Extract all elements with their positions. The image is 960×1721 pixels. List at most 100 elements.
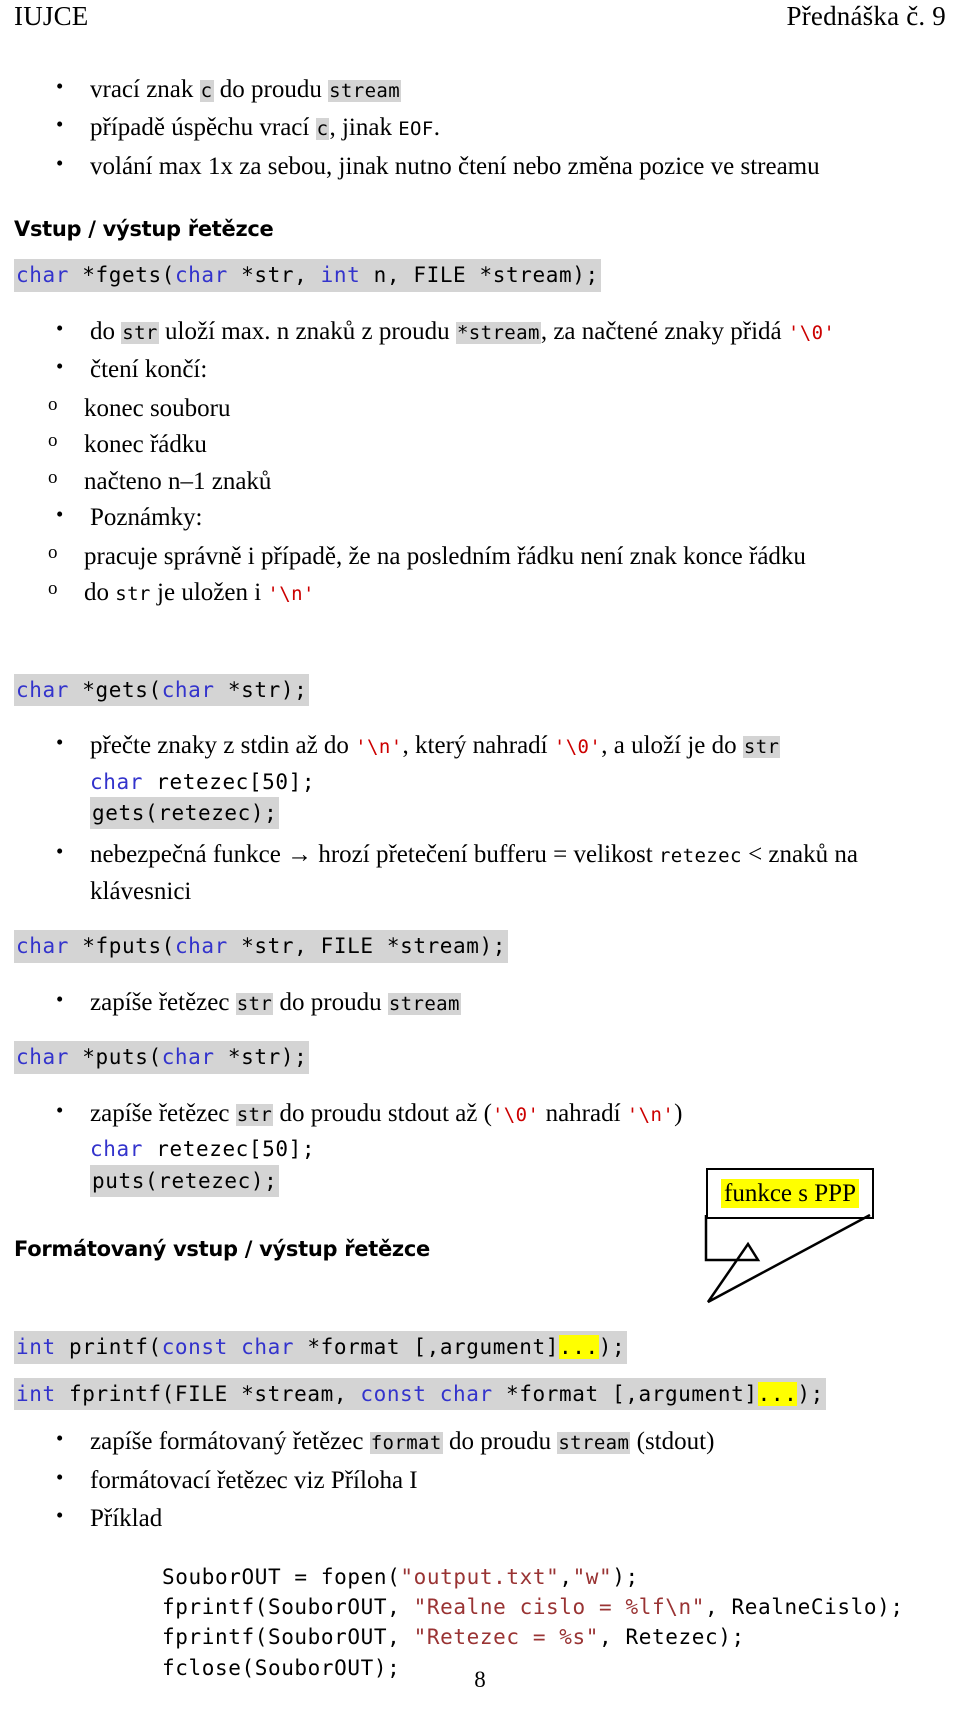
fprintf-signature-block: int fprintf(FILE *stream, const char *fo… xyxy=(14,1377,946,1411)
list-item: přečte znaky z stdin až do '\n', který n… xyxy=(14,727,946,765)
code-keyword: char xyxy=(16,263,69,288)
inline-code: str xyxy=(235,1103,274,1126)
inline-escape: '\n' xyxy=(355,736,403,759)
code-keyword: const xyxy=(360,1381,427,1406)
code-text: , Retezec); xyxy=(599,1625,745,1650)
list-item: volání max 1x za sebou, jinak nutno čten… xyxy=(14,148,946,186)
code-line: fprintf(SouborOUT, "Retezec = %s", Retez… xyxy=(162,1622,946,1652)
inline-code: stream xyxy=(557,1432,631,1455)
bullet-text: , a uloží je do xyxy=(601,732,743,760)
inline-code: stream xyxy=(328,79,402,102)
bullet-text: zapíše řetězec xyxy=(90,988,236,1016)
puts-bullet-list: zapíše řetězec str do proudu stdout až (… xyxy=(14,1095,946,1133)
code-text: *str, FILE *stream); xyxy=(227,934,507,959)
fgets-sub-list: konec souboru konec řádku načteno n–1 zn… xyxy=(14,391,946,501)
list-item: konec řádku xyxy=(14,427,946,464)
list-item: zapíše řetězec str do proudu stream xyxy=(14,984,946,1022)
bullet-text: nahradí xyxy=(539,1099,627,1127)
bullet-text: je uložen i xyxy=(150,579,268,607)
inline-escape: '\0' xyxy=(553,736,602,759)
code-keyword: char xyxy=(90,769,143,794)
code-string: "w" xyxy=(572,1564,613,1589)
bullet-text: konec řádku xyxy=(84,431,207,459)
inline-code: retezec xyxy=(658,845,742,868)
code-text: *str); xyxy=(214,1045,308,1070)
code-keyword: int xyxy=(16,1335,56,1360)
code-signature: char *fputs(char *str, FILE *stream); xyxy=(14,930,509,963)
list-item: načteno n–1 znaků xyxy=(14,464,946,501)
list-item: zapíše řetězec str do proudu stdout až (… xyxy=(14,1095,946,1133)
code-text: retezec[50]; xyxy=(142,1137,316,1162)
fgets-notes-list: Poznámky: xyxy=(14,499,946,537)
code-keyword: char xyxy=(16,1045,69,1070)
callout-tail-icon xyxy=(704,1213,871,1304)
code-line: gets(retezec); xyxy=(90,797,946,830)
code-text: *format [,argument] xyxy=(294,1335,560,1360)
highlighted-ellipsis: ... xyxy=(559,1335,599,1360)
code-text: puts(retezec); xyxy=(90,1164,280,1198)
code-keyword: int xyxy=(320,263,361,288)
page-header: IUJCE Přednáška č. 9 xyxy=(14,0,946,32)
code-text: *str, xyxy=(227,263,321,288)
code-signature: char *puts(char *str); xyxy=(14,1041,310,1074)
callout-speech-bubble: funkce s PPP xyxy=(704,1168,946,1318)
code-string: "Realne cislo = %lf\n" xyxy=(413,1595,705,1619)
section-heading-strings: Vstup / výstup řetězce xyxy=(14,217,274,242)
bullet-text: , který nahradí xyxy=(402,732,554,760)
fputs-bullet-list: zapíše řetězec str do proudu stream xyxy=(14,984,946,1022)
bullet-text: nebezpečná funkce → hrozí přetečení buff… xyxy=(90,841,659,869)
fgets-signature-block: char *fgets(char *str, int n, FILE *stre… xyxy=(14,259,946,292)
list-item: vrací znak c do proudu stream xyxy=(14,71,946,109)
code-keyword: const xyxy=(161,1335,228,1360)
bullet-text: do xyxy=(84,579,116,607)
bullet-text: Poznámky: xyxy=(90,504,203,532)
code-text: , xyxy=(559,1564,573,1589)
bullet-text: formátovací řetězec viz Příloha I xyxy=(90,1466,418,1494)
code-text: *puts( xyxy=(68,1045,162,1070)
gets-warning-list: nebezpečná funkce → hrozí přetečení buff… xyxy=(14,836,946,910)
code-text: ); xyxy=(797,1381,824,1406)
bullet-text: do proudu xyxy=(213,75,329,103)
code-line: SouborOUT = fopen("output.txt","w"); xyxy=(162,1562,946,1592)
code-text: ); xyxy=(598,1335,626,1360)
puts-signature-block: char *puts(char *str); xyxy=(14,1041,946,1074)
code-text: SouborOUT = fopen( xyxy=(162,1564,401,1589)
bullet-text: pracuje správně i případě, že na posledn… xyxy=(84,542,806,570)
fputs-signature-block: char *fputs(char *str, FILE *stream); xyxy=(14,930,946,963)
code-text: printf( xyxy=(55,1335,162,1360)
bullet-text: čtení končí: xyxy=(90,356,208,384)
bullet-text: do proudu xyxy=(273,988,388,1016)
page-footer: 8 xyxy=(0,1667,960,1693)
list-item: formátovací řetězec viz Příloha I xyxy=(14,1462,946,1500)
document-page: IUJCE Přednáška č. 9 vrací znak c do pro… xyxy=(0,0,960,1721)
page-number: 8 xyxy=(474,1667,486,1692)
inline-escape: '\0' xyxy=(491,1103,540,1126)
list-item: pracuje správně i případě, že na posledn… xyxy=(14,539,946,576)
inline-escape: '\n' xyxy=(267,583,315,606)
code-text: *gets( xyxy=(68,677,162,702)
header-right-title: Přednáška č. 9 xyxy=(786,1,946,31)
bullet-text: do proudu xyxy=(442,1428,558,1456)
code-text: n, FILE *stream); xyxy=(360,263,599,288)
fprintf-example-code: SouborOUT = fopen("output.txt","w"); fpr… xyxy=(14,1562,946,1684)
list-item: Poznámky: xyxy=(14,499,946,537)
code-signature: char *gets(char *str); xyxy=(14,673,310,707)
inline-code: *stream xyxy=(455,321,541,344)
code-text: gets(retezec); xyxy=(90,797,280,830)
code-text: , RealneCislo); xyxy=(704,1595,904,1619)
intro-bullet-list: vrací znak c do proudu stream případě ús… xyxy=(14,71,946,186)
code-keyword: char xyxy=(161,1045,215,1070)
gets-example-code: char retezec[50]; gets(retezec); xyxy=(14,767,946,830)
fgets-notes-sub-list: pracuje správně i případě, že na posledn… xyxy=(14,539,946,612)
code-string: "output.txt" xyxy=(400,1564,560,1589)
code-keyword: char xyxy=(161,677,215,702)
